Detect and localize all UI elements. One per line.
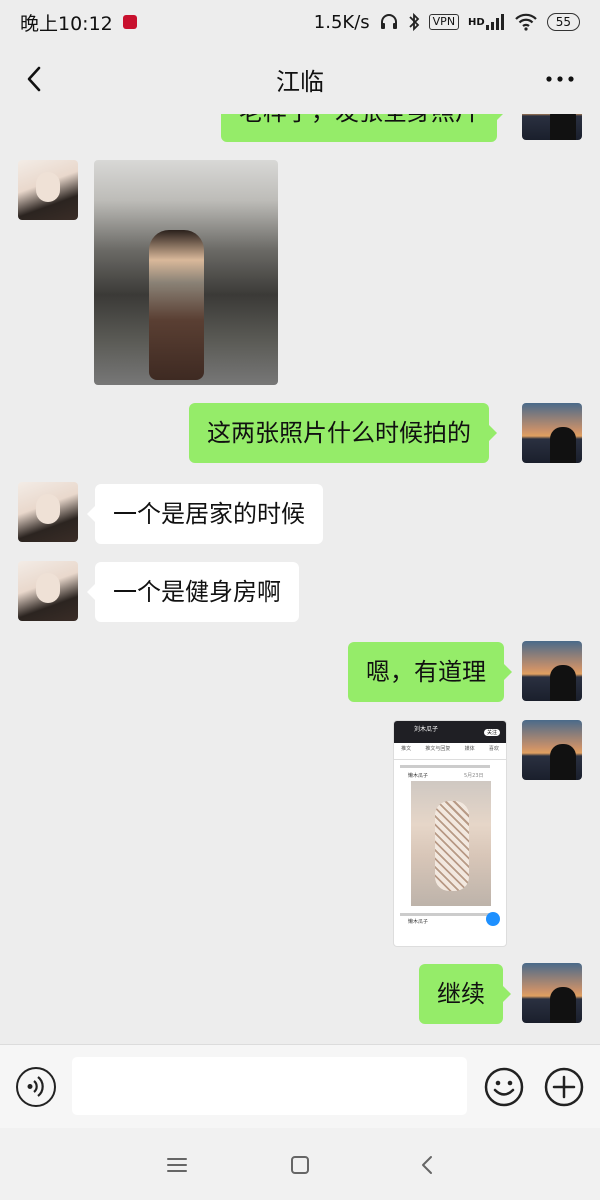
- menu-icon: [167, 1158, 187, 1172]
- home-square-icon: [291, 1156, 309, 1174]
- signal-hd-label: HD: [468, 16, 485, 28]
- screenshot-follow-button: 关注: [483, 729, 500, 736]
- menu-button[interactable]: [162, 1150, 192, 1180]
- screenshot-tabs: 推文 推文与回复 媒体 喜欢: [394, 745, 506, 760]
- chat-title: 江临: [276, 68, 324, 96]
- home-button[interactable]: [285, 1150, 315, 1180]
- net-speed: 1.5K/s: [313, 11, 370, 33]
- screenshot-text-line: [400, 765, 490, 768]
- avatar-me[interactable]: [522, 114, 582, 140]
- screenshot-profile-name: 刘木瓜子: [414, 726, 439, 733]
- image-message-screenshot[interactable]: 刘木瓜子 关注 推文 推文与回复 媒体 喜欢 懒木瓜子 5月23日 懒木瓜子: [393, 720, 507, 947]
- screenshot-compose-icon: [486, 912, 500, 926]
- avatar-contact[interactable]: [18, 561, 78, 621]
- battery-icon: 55: [546, 13, 580, 31]
- message-bubble-sent[interactable]: 继续: [419, 964, 511, 1024]
- message-bubble-received[interactable]: 一个是居家的时候: [87, 484, 323, 544]
- image-message-gym-photo[interactable]: [94, 160, 278, 385]
- system-back-button[interactable]: [412, 1150, 442, 1180]
- message-bubble-received[interactable]: 一个是健身房啊: [87, 562, 299, 622]
- wifi-icon: [514, 13, 538, 31]
- plus-icon: [544, 1067, 584, 1107]
- screenshot-post-date: 5月23日: [464, 773, 484, 779]
- avatar-me[interactable]: [522, 641, 582, 701]
- avatar-contact[interactable]: [18, 160, 78, 220]
- input-bar: [0, 1044, 600, 1129]
- voice-icon: [27, 1076, 44, 1097]
- screenshot-reply-user: 懒木瓜子: [408, 919, 429, 925]
- status-time: 晚上10:12: [20, 12, 113, 35]
- screenshot-tab: 推文与回复: [425, 746, 451, 752]
- emoji-button[interactable]: [484, 1067, 524, 1107]
- gym-photo-figure: [149, 230, 204, 380]
- screenshot-post-user: 懒木瓜子: [408, 773, 429, 779]
- system-nav-bar: [0, 1128, 600, 1200]
- avatar-me[interactable]: [522, 403, 582, 463]
- screenshot-header: 刘木瓜子 关注: [394, 721, 506, 743]
- status-bar: 晚上10:12 1.5K/s VPN HD 55: [0, 0, 600, 44]
- message-input[interactable]: [72, 1057, 467, 1115]
- headphones-icon: [379, 12, 399, 32]
- vpn-icon: VPN: [428, 14, 460, 30]
- bluetooth-icon: [408, 12, 420, 32]
- message-bubble-sent[interactable]: 老样子，发张全身照片: [221, 114, 505, 142]
- message-bubble-sent[interactable]: 这两张照片什么时候拍的: [189, 403, 497, 463]
- message-list[interactable]: 老样子，发张全身照片 这两张照片什么时候拍的 一个是居家的时候 一个是健身房啊 …: [0, 114, 600, 1044]
- screenshot-text-line: [400, 913, 496, 916]
- screenshot-post-image: [411, 781, 491, 906]
- screenshot-tab: 推文: [401, 746, 412, 752]
- back-triangle-icon: [422, 1156, 432, 1174]
- more-dots-icon: [546, 76, 574, 82]
- voice-button[interactable]: [16, 1067, 56, 1107]
- avatar-contact[interactable]: [18, 482, 78, 542]
- avatar-me[interactable]: [522, 720, 582, 780]
- signal-icon: HD: [468, 13, 505, 31]
- avatar-me[interactable]: [522, 963, 582, 1023]
- screenshot-tab: 喜欢: [488, 746, 499, 752]
- screenshot-tab: 媒体: [464, 746, 475, 752]
- plus-button[interactable]: [544, 1067, 584, 1107]
- emoji-icon: [484, 1067, 524, 1107]
- chat-header: 江临: [0, 44, 600, 114]
- status-right: 1.5K/s VPN HD 55: [314, 12, 580, 33]
- more-button[interactable]: [544, 64, 576, 94]
- status-left: 晚上10:12: [20, 9, 137, 36]
- message-bubble-sent[interactable]: 嗯，有道理: [348, 642, 512, 702]
- app-notification-icon: [122, 15, 137, 29]
